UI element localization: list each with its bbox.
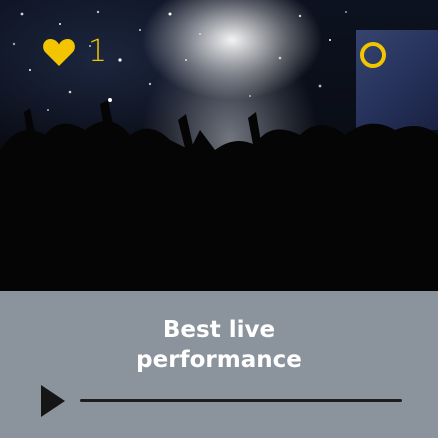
like-count: 1 (88, 34, 108, 69)
media-card: 1 Best live performance (0, 0, 438, 438)
heart-icon (43, 39, 75, 66)
concert-photo: 1 (0, 0, 438, 291)
play-icon (41, 385, 65, 417)
like-counter[interactable]: 1 (42, 37, 107, 67)
track-title-line-2: performance (136, 347, 302, 373)
play-button[interactable] (34, 382, 74, 422)
ring-icon[interactable] (360, 42, 386, 68)
track-title-line-1: Best live (162, 317, 276, 343)
info-panel: Best live performance (0, 291, 438, 438)
progress-bar[interactable] (80, 399, 402, 402)
track-title: Best live performance (0, 315, 438, 375)
